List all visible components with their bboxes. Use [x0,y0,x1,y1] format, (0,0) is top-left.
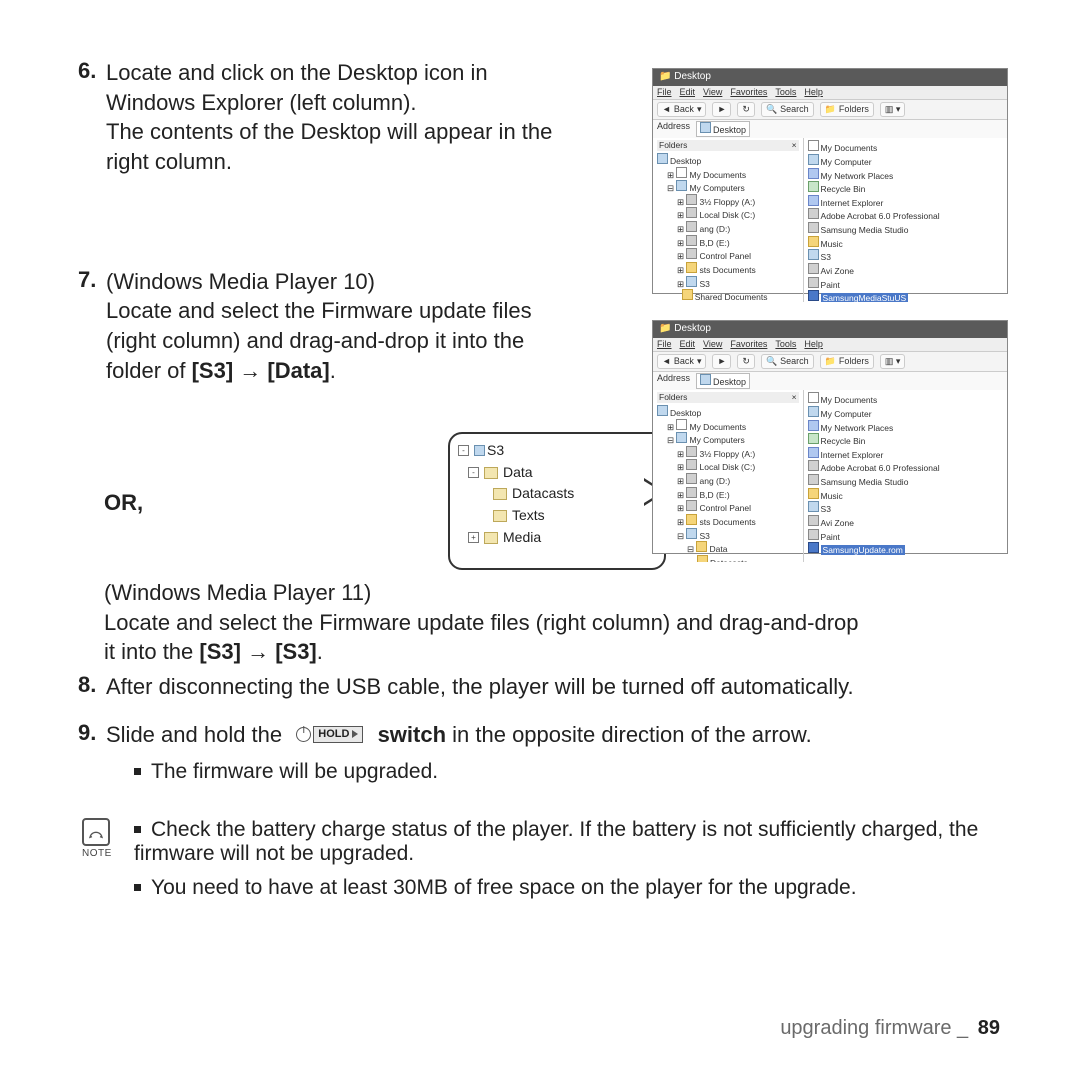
explorer2-address: Address Desktop [653,372,1007,390]
sub-bullet-2: Check the battery charge status of the p… [134,818,1004,866]
sub-bullet-1: The firmware will be upgraded. [134,760,1004,784]
step-9-text: Slide and hold the HOLD switch in the op… [106,720,812,750]
explorer2-title: 📁 Desktop [653,321,1007,338]
s3-tree-callout: -S3 -Data Datacasts Texts +Media [448,432,666,570]
step-6-number: 6. [78,58,106,84]
or-label: OR, [104,490,143,516]
step-7-text: (Windows Media Player 10) Locate and sel… [106,267,532,386]
step-8-text: After disconnecting the USB cable, the p… [106,672,854,702]
wmp11-block: (Windows Media Player 11) Locate and sel… [104,578,1004,667]
explorer1-menu: FileEditViewFavoritesToolsHelp [653,86,1007,99]
page-footer: upgrading firmware _ 89 [780,1017,1000,1040]
sub-bullet-3: You need to have at least 30MB of free s… [134,876,1004,900]
explorer1-toolbar: ◄ Back ▾ ► ↻ 🔍 Search 📁 Folders ▥ ▾ [653,99,1007,120]
explorer-window-2: 📁 Desktop FileEditViewFavoritesToolsHelp… [652,320,1008,554]
step-8-number: 8. [78,672,106,698]
step-9-number: 9. [78,720,106,746]
note-label: NOTE [82,848,110,859]
step-9: 9. Slide and hold the HOLD switch in the… [78,720,1004,750]
explorer1-title: 📁 Desktop [653,69,1007,86]
power-icon [296,727,311,742]
explorer2-toolbar: ◄ Back ▾ ► ↻ 🔍 Search 📁 Folders ▥ ▾ [653,351,1007,372]
explorer2-menu: FileEditViewFavoritesToolsHelp [653,338,1007,351]
footer-section: upgrading firmware _ [780,1017,968,1039]
note-icon: NOTE [82,818,110,859]
explorer1-address: Address Desktop [653,120,1007,138]
hold-switch-icon: HOLD [296,726,363,743]
explorer-window-1: 📁 Desktop FileEditViewFavoritesToolsHelp… [652,68,1008,294]
step-7-number: 7. [78,267,106,293]
page-number: 89 [978,1017,1000,1039]
step-6-text: Locate and click on the Desktop icon in … [106,58,552,177]
step-8: 8. After disconnecting the USB cable, th… [78,672,1004,702]
